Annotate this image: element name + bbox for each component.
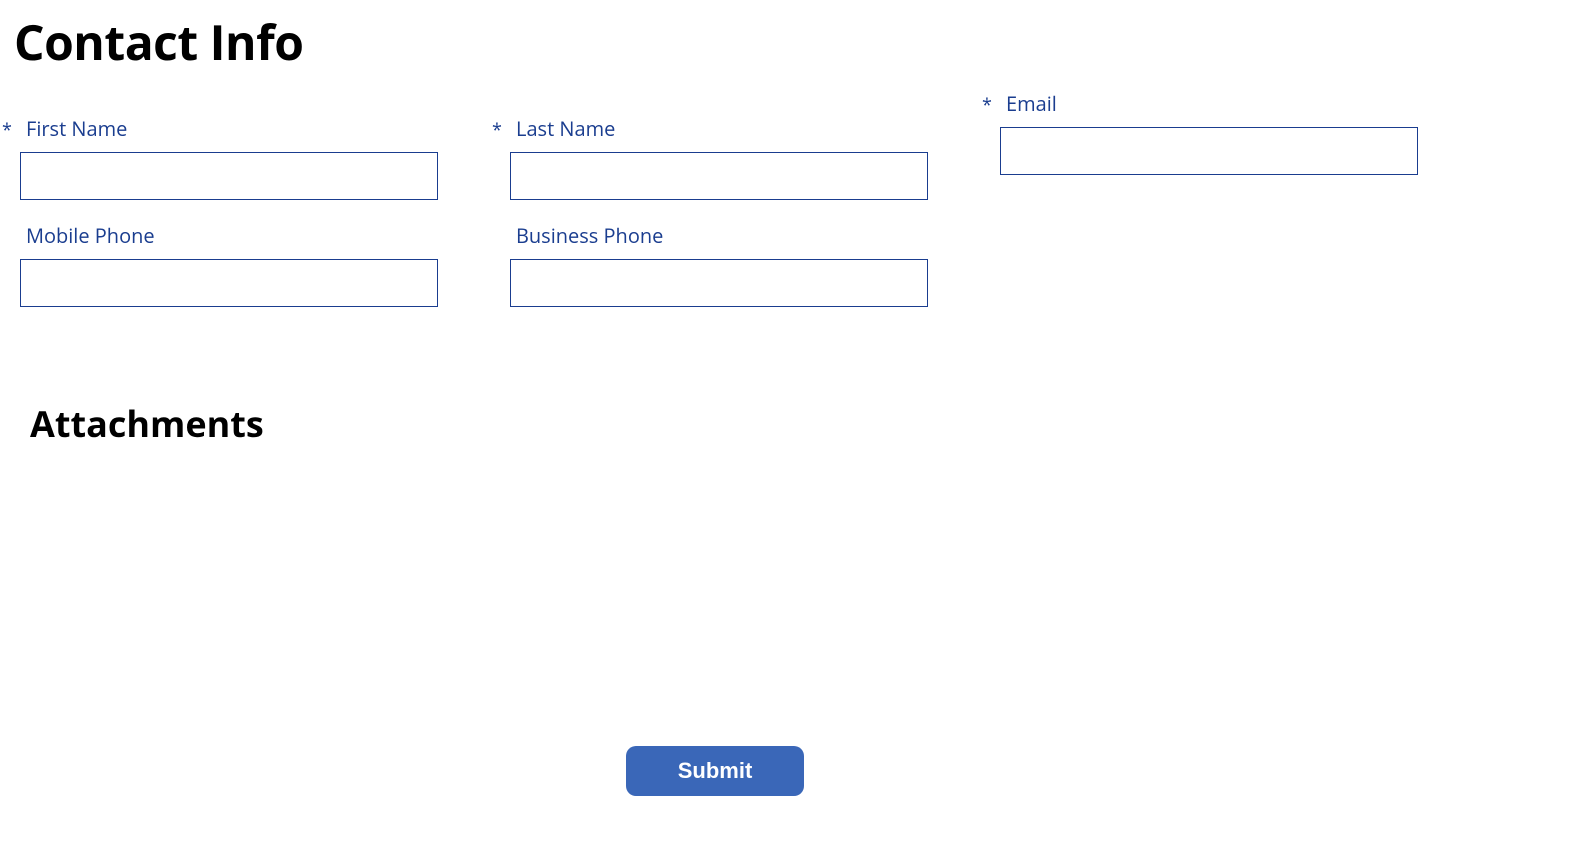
mobile-phone-label: Mobile Phone bbox=[26, 222, 155, 249]
first-name-label: First Name bbox=[26, 115, 127, 142]
page-title: Contact Info bbox=[0, 0, 1575, 75]
email-input[interactable] bbox=[1000, 127, 1418, 175]
last-name-label: Last Name bbox=[516, 115, 615, 142]
submit-button[interactable]: Submit bbox=[626, 746, 805, 796]
first-name-field-wrapper: * First Name bbox=[0, 115, 490, 200]
business-phone-input[interactable] bbox=[510, 259, 928, 307]
first-name-label-wrapper: * First Name bbox=[0, 115, 490, 142]
business-phone-label: Business Phone bbox=[516, 222, 663, 249]
mobile-phone-field-wrapper: Mobile Phone bbox=[0, 222, 490, 307]
mobile-phone-label-wrapper: Mobile Phone bbox=[0, 222, 490, 249]
contact-form: * First Name * Last Name * Email Mobile … bbox=[0, 75, 1575, 307]
email-label: Email bbox=[1006, 90, 1057, 117]
form-row-2: Mobile Phone Business Phone bbox=[0, 222, 1575, 307]
attachments-title: Attachments bbox=[0, 329, 1575, 448]
form-row-1: * First Name * Last Name * Email bbox=[0, 115, 1575, 200]
business-phone-label-wrapper: Business Phone bbox=[490, 222, 980, 249]
required-mark: * bbox=[0, 118, 26, 142]
first-name-input[interactable] bbox=[20, 152, 438, 200]
required-mark: * bbox=[980, 93, 1006, 117]
last-name-field-wrapper: * Last Name bbox=[490, 115, 980, 200]
mobile-phone-input[interactable] bbox=[20, 259, 438, 307]
submit-container: Submit bbox=[0, 746, 1430, 796]
last-name-label-wrapper: * Last Name bbox=[490, 115, 980, 142]
last-name-input[interactable] bbox=[510, 152, 928, 200]
business-phone-field-wrapper: Business Phone bbox=[490, 222, 980, 307]
email-field-wrapper: * Email bbox=[980, 90, 1470, 200]
required-mark: * bbox=[490, 118, 516, 142]
email-label-wrapper: * Email bbox=[980, 90, 1470, 117]
